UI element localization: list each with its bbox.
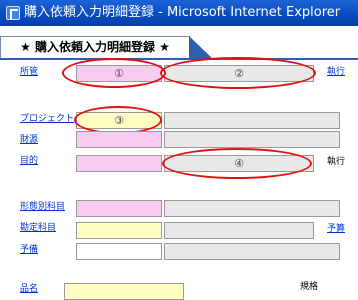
label-kikaku: 規格 [300, 282, 319, 292]
internet-explorer-icon [6, 6, 20, 20]
label-keitaibetsu[interactable]: 形態別科目 [20, 199, 65, 212]
label-yosan[interactable]: 予算 [327, 221, 345, 234]
form-top-divider [0, 58, 358, 60]
label-yobi[interactable]: 予備 [20, 242, 38, 255]
mokuteki-code-field[interactable] [76, 155, 162, 172]
zaigen-name-field[interactable] [164, 131, 340, 148]
kanjo-code-field[interactable] [76, 222, 162, 239]
highlight-ellipse-1 [62, 58, 166, 88]
label-hinmei[interactable]: 品名 [20, 281, 38, 294]
tab-notch [189, 36, 213, 59]
keitaibetsu-code-field[interactable] [76, 200, 162, 217]
label-shozoku[interactable]: 所管 [20, 64, 38, 77]
yobi-name-field[interactable] [164, 243, 340, 260]
window-title: 購入依頼入力明細登録 - Microsoft Internet Explorer [24, 5, 341, 20]
page-title: ★ 購入依頼入力明細登録 ★ [20, 40, 170, 54]
highlight-ellipse-2 [160, 57, 316, 89]
label-mokuteki[interactable]: 目的 [20, 153, 38, 166]
project-name-field[interactable] [164, 112, 340, 129]
yobi-code-field[interactable] [76, 243, 162, 260]
keitaibetsu-name-field[interactable] [164, 200, 340, 217]
label-shikko-1[interactable]: 執行 [327, 64, 345, 77]
label-project[interactable]: プロジェクト [20, 111, 74, 124]
label-zaigen[interactable]: 財源 [20, 132, 38, 145]
window-title-bar: 購入依頼入力明細登録 - Microsoft Internet Explorer [0, 0, 358, 26]
kanjo-name-field[interactable] [164, 222, 314, 239]
label-kanjo[interactable]: 勘定科目 [20, 220, 56, 233]
label-shikko-2: 執行 [327, 157, 346, 167]
highlight-ellipse-3 [74, 106, 162, 134]
highlight-ellipse-4 [162, 148, 312, 179]
zaigen-code-field[interactable] [76, 131, 162, 148]
hinmei-field[interactable] [64, 283, 184, 300]
